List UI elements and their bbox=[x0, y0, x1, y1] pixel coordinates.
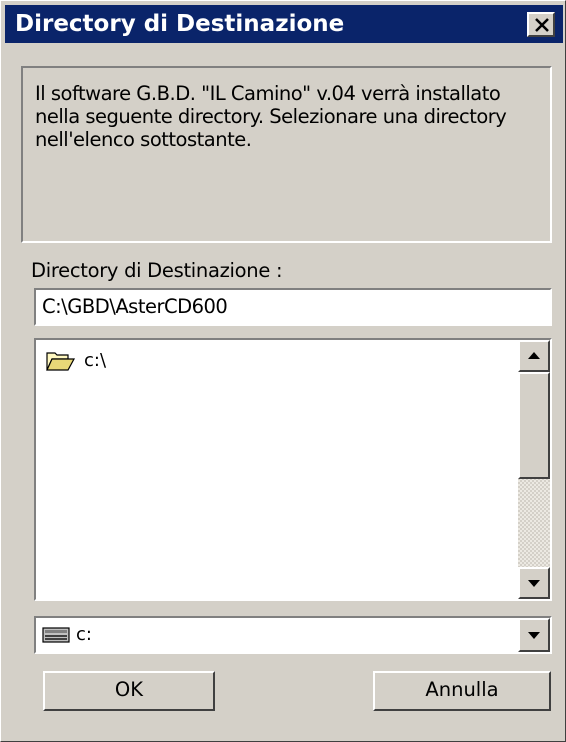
open-folder-icon bbox=[46, 352, 76, 371]
chevron-down-icon bbox=[528, 632, 540, 639]
scroll-up-button[interactable] bbox=[518, 340, 550, 372]
dropdown-button[interactable] bbox=[518, 618, 550, 652]
vertical-scrollbar[interactable] bbox=[518, 340, 550, 599]
list-item-label: c:\ bbox=[84, 350, 107, 371]
destination-label: Directory di Destinazione : bbox=[31, 259, 283, 282]
arrow-down-icon bbox=[528, 580, 540, 587]
drive-selected-value: c: bbox=[76, 624, 92, 645]
drive-select[interactable]: c: bbox=[34, 616, 552, 654]
cancel-button[interactable]: Annulla bbox=[373, 671, 551, 711]
close-button[interactable] bbox=[527, 12, 555, 37]
destination-path-input[interactable]: C:\GBD\AsterCD600 bbox=[34, 288, 552, 326]
scrollbar-thumb[interactable] bbox=[518, 372, 550, 479]
info-text: Il software G.B.D. "IL Camino" v.04 verr… bbox=[35, 82, 507, 151]
dialog-window: Directory di Destinazione Il software G.… bbox=[0, 0, 566, 742]
window-title: Directory di Destinazione bbox=[15, 11, 345, 37]
directory-list[interactable]: c:\ bbox=[34, 338, 552, 601]
info-panel: Il software G.B.D. "IL Camino" v.04 verr… bbox=[21, 66, 552, 243]
arrow-up-icon bbox=[528, 352, 540, 359]
drive-icon bbox=[42, 627, 70, 643]
scroll-down-button[interactable] bbox=[518, 567, 550, 599]
ok-button[interactable]: OK bbox=[43, 671, 215, 711]
title-bar[interactable]: Directory di Destinazione bbox=[5, 5, 563, 43]
close-icon bbox=[535, 18, 549, 32]
